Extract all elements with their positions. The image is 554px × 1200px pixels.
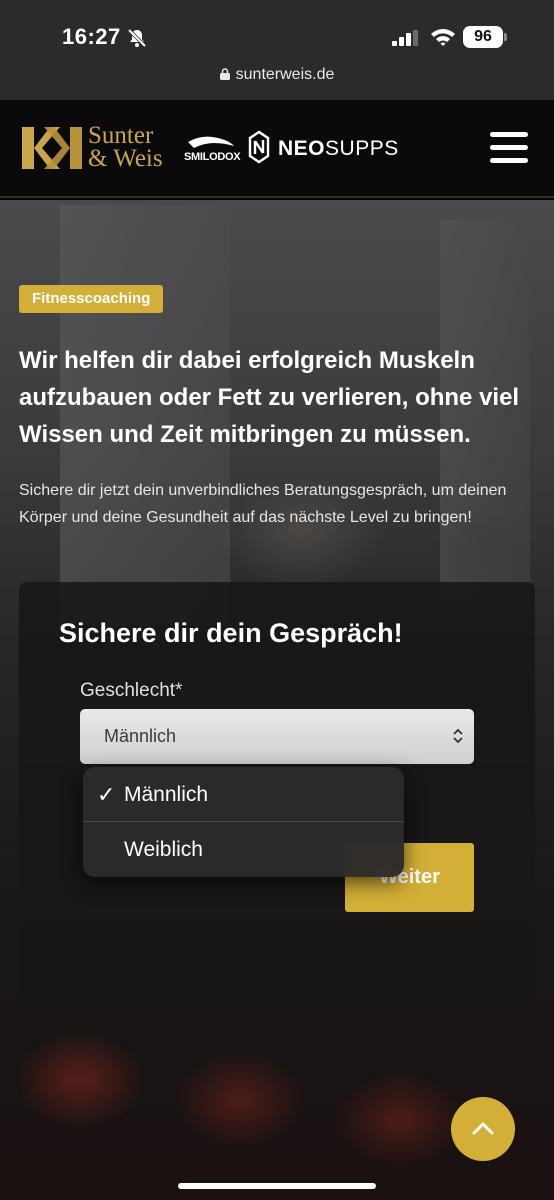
smilodox-wordmark: SMILODOX: [184, 151, 241, 163]
url-bar[interactable]: sunterweis.de: [0, 66, 554, 84]
category-badge: Fitnesscoaching: [19, 285, 164, 313]
status-bar: 16:27 96 sunterweis.de: [0, 0, 554, 100]
scroll-to-top-button[interactable]: [451, 1097, 515, 1161]
status-time: 16:27: [62, 24, 121, 49]
brand-wordmark[interactable]: Sunter & Weis: [88, 122, 163, 172]
gender-select[interactable]: Männlich: [80, 709, 474, 764]
option-label: Weiblich: [124, 838, 203, 861]
checkmark-icon: ✓: [97, 782, 116, 807]
neosupps-wordmark: NEOSUPPS: [278, 137, 399, 161]
gender-dropdown-menu: ✓ Männlich Weiblich: [83, 767, 404, 877]
dropdown-option-female[interactable]: Weiblich: [83, 822, 404, 877]
bell-slash-icon: [127, 28, 147, 48]
form-title: Sichere dir dein Gespräch!: [59, 618, 403, 648]
option-label: Männlich: [124, 783, 209, 806]
wifi-icon: [431, 29, 455, 46]
brand-line-1: Sunter: [88, 122, 154, 149]
hamburger-menu-icon[interactable]: [490, 132, 528, 164]
chevron-up-icon: [472, 1122, 494, 1135]
url-text: sunterweis.de: [235, 66, 335, 83]
neosupps-logo-icon[interactable]: [248, 130, 270, 164]
signal-icon: [392, 30, 418, 46]
hero-headline: Wir helfen dir dabei erfolgreich Muskeln…: [19, 347, 520, 448]
brand-line-2: & Weis: [88, 145, 163, 172]
battery-tip: [504, 33, 507, 41]
dropdown-option-male[interactable]: ✓ Männlich: [83, 767, 404, 822]
neosupps-bold: NEO: [278, 137, 326, 160]
home-indicator[interactable]: [178, 1183, 376, 1189]
select-chevron-icon: [453, 728, 463, 744]
battery-icon: 96: [463, 26, 503, 48]
hero-subline: Sichere dir jetzt dein unverbindliches B…: [19, 482, 507, 526]
gender-select-value: Männlich: [104, 726, 177, 746]
lock-icon: [219, 68, 230, 80]
neosupps-rest: SUPPS: [325, 137, 399, 160]
gender-label: Geschlecht*: [80, 680, 183, 701]
sunter-weis-logo-icon[interactable]: [20, 125, 84, 171]
